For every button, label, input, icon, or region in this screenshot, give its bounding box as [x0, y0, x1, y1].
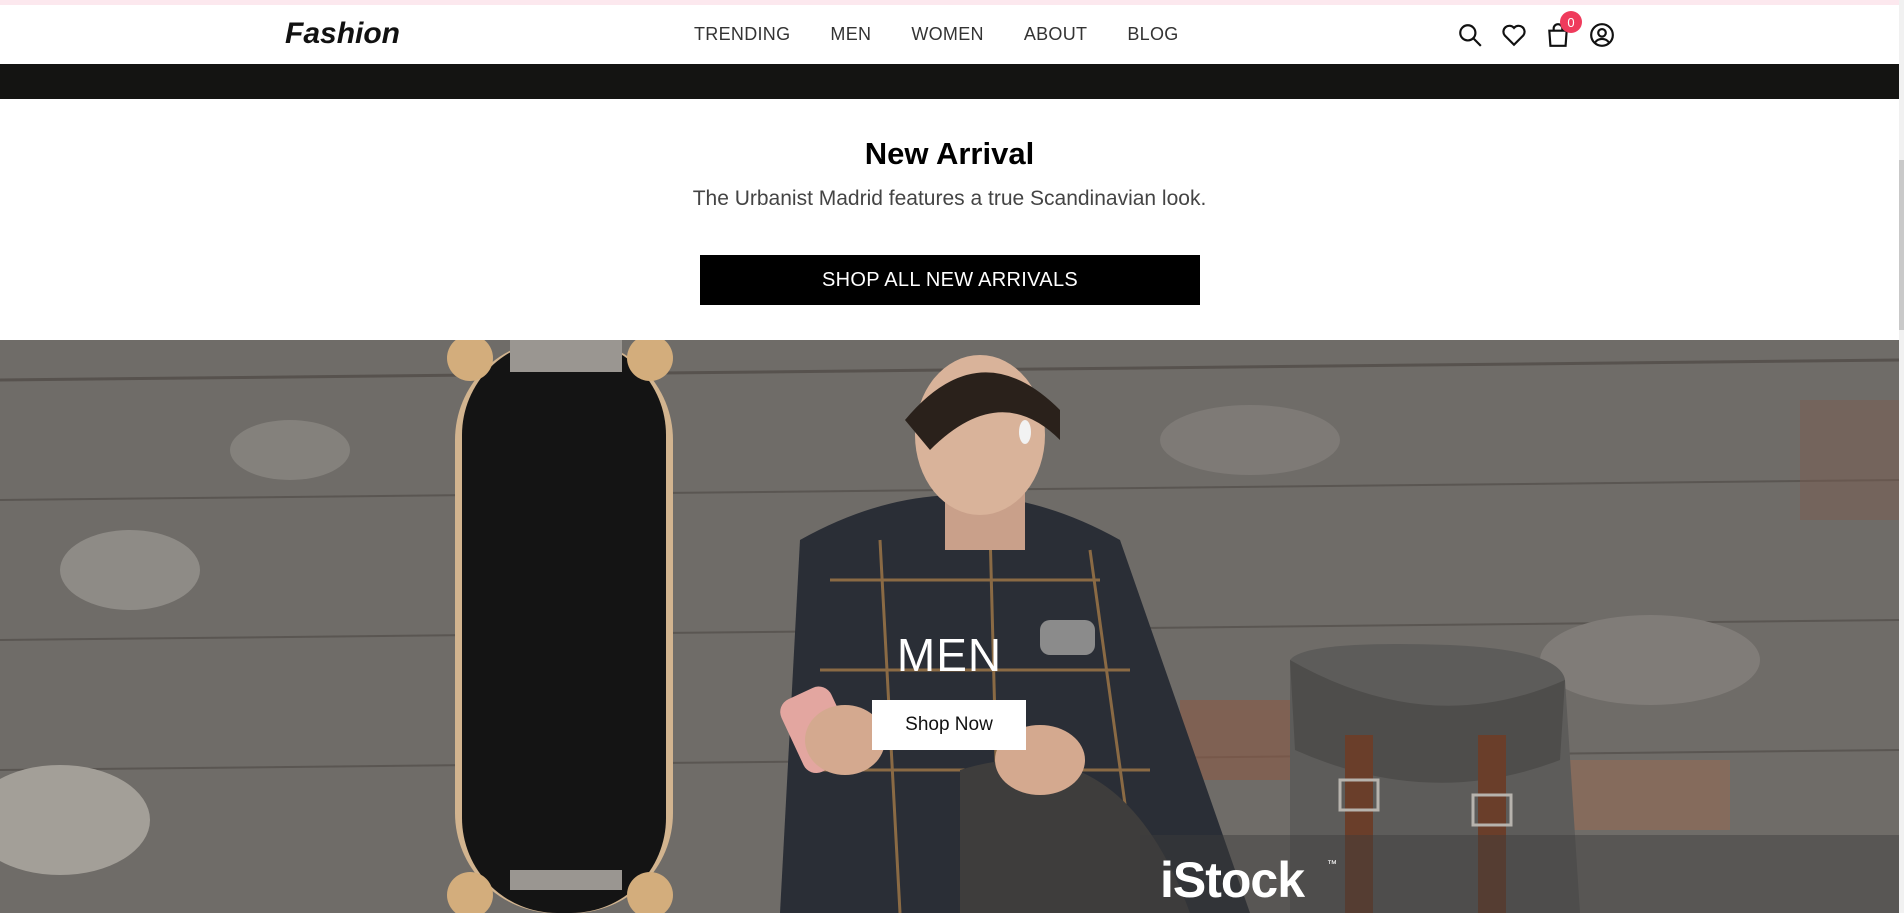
- nav-women[interactable]: WOMEN: [911, 24, 984, 45]
- men-hero-banner: MEN Shop Now iStock ™: [0, 340, 1899, 913]
- stock-watermark: iStock ™: [1140, 835, 1899, 913]
- user-icon[interactable]: [1588, 21, 1616, 49]
- section-title: New Arrival: [864, 136, 1035, 171]
- main-menu: TRENDING MEN WOMEN ABOUT BLOG: [694, 24, 1179, 45]
- heart-icon[interactable]: [1500, 21, 1528, 49]
- scrollbar-thumb[interactable]: [1899, 160, 1904, 330]
- cart-count-badge: 0: [1560, 11, 1582, 33]
- cart-icon[interactable]: 0: [1544, 11, 1582, 49]
- brand-logo[interactable]: Fashion: [285, 17, 400, 51]
- nav-men[interactable]: MEN: [830, 24, 871, 45]
- shop-now-button[interactable]: Shop Now: [872, 700, 1026, 750]
- watermark-text: iStock: [1160, 852, 1305, 908]
- navbar: Fashion TRENDING MEN WOMEN ABOUT BLOG 0: [0, 5, 1899, 65]
- hero-photo: [0, 340, 1899, 913]
- watermark-trademark: ™: [1327, 859, 1337, 870]
- search-icon[interactable]: [1456, 21, 1484, 49]
- hero-title: MEN: [896, 629, 1003, 681]
- page-scrollbar[interactable]: [1899, 0, 1904, 913]
- shop-all-new-arrivals-button[interactable]: SHOP ALL NEW ARRIVALS: [700, 255, 1200, 305]
- new-arrival-section: New Arrival The Urbanist Madrid features…: [0, 99, 1899, 340]
- nav-trending[interactable]: TRENDING: [694, 24, 790, 45]
- header-icons: 0: [1456, 11, 1616, 49]
- previous-banner-strip: [0, 64, 1899, 99]
- section-subtitle: The Urbanist Madrid features a true Scan…: [692, 187, 1207, 210]
- nav-about[interactable]: ABOUT: [1024, 24, 1088, 45]
- nav-blog[interactable]: BLOG: [1127, 24, 1178, 45]
